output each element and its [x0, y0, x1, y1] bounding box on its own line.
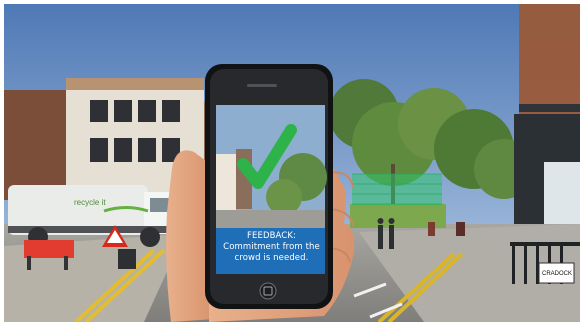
scene-illustration: recycle it CRADOCK [4, 4, 580, 322]
feedback-title: FEEDBACK: [247, 231, 296, 241]
truck-text: recycle it [74, 198, 106, 207]
feedback-message: FEEDBACK: Commitment from the crowd is n… [218, 231, 325, 264]
feedback-line-2: crowd is needed. [234, 253, 309, 263]
street-sign-text: CRADOCK [542, 271, 572, 277]
street-scene: recycle it CRADOCK FEEDBACK: Commitment … [4, 4, 580, 322]
smartphone [205, 64, 333, 309]
park-field [350, 173, 446, 228]
feedback-line-1: Commitment from the [223, 242, 320, 252]
